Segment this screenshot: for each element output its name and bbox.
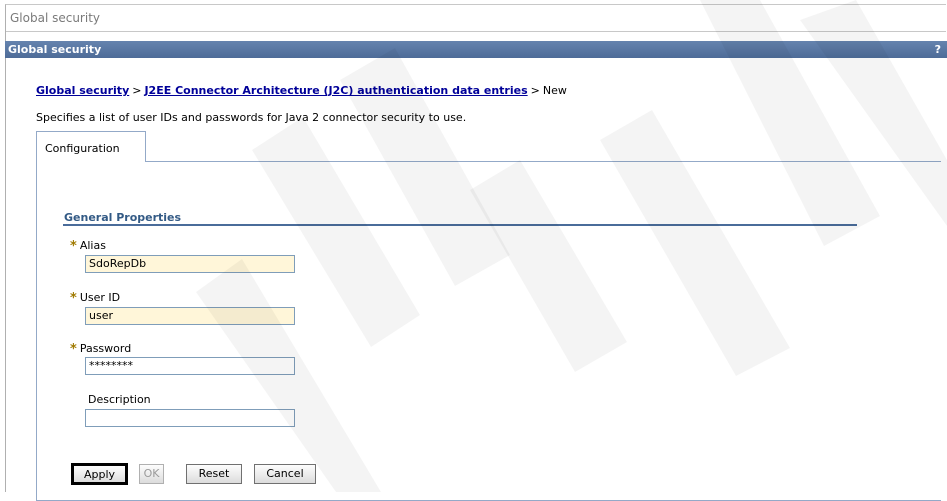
breadcrumb-current: New <box>542 84 567 97</box>
tab-configuration-label: Configuration <box>45 142 120 155</box>
page-description: Specifies a list of user IDs and passwor… <box>36 111 467 124</box>
help-icon[interactable]: ? <box>935 41 941 58</box>
tab-panel <box>36 161 941 501</box>
breadcrumb-link-global-security[interactable]: Global security <box>36 84 129 97</box>
breadcrumb-link-j2c-auth-entries[interactable]: J2EE Connector Architecture (J2C) authen… <box>144 84 527 97</box>
breadcrumb: Global security > J2EE Connector Architect… <box>36 84 567 97</box>
window-title: Global security <box>10 11 101 25</box>
tab-configuration[interactable]: Configuration <box>36 131 146 162</box>
portlet-header: Global security ? <box>5 41 947 58</box>
breadcrumb-separator: > <box>132 84 142 97</box>
title-divider <box>6 31 946 32</box>
portlet-title: Global security <box>8 43 102 56</box>
breadcrumb-separator: > <box>530 84 540 97</box>
